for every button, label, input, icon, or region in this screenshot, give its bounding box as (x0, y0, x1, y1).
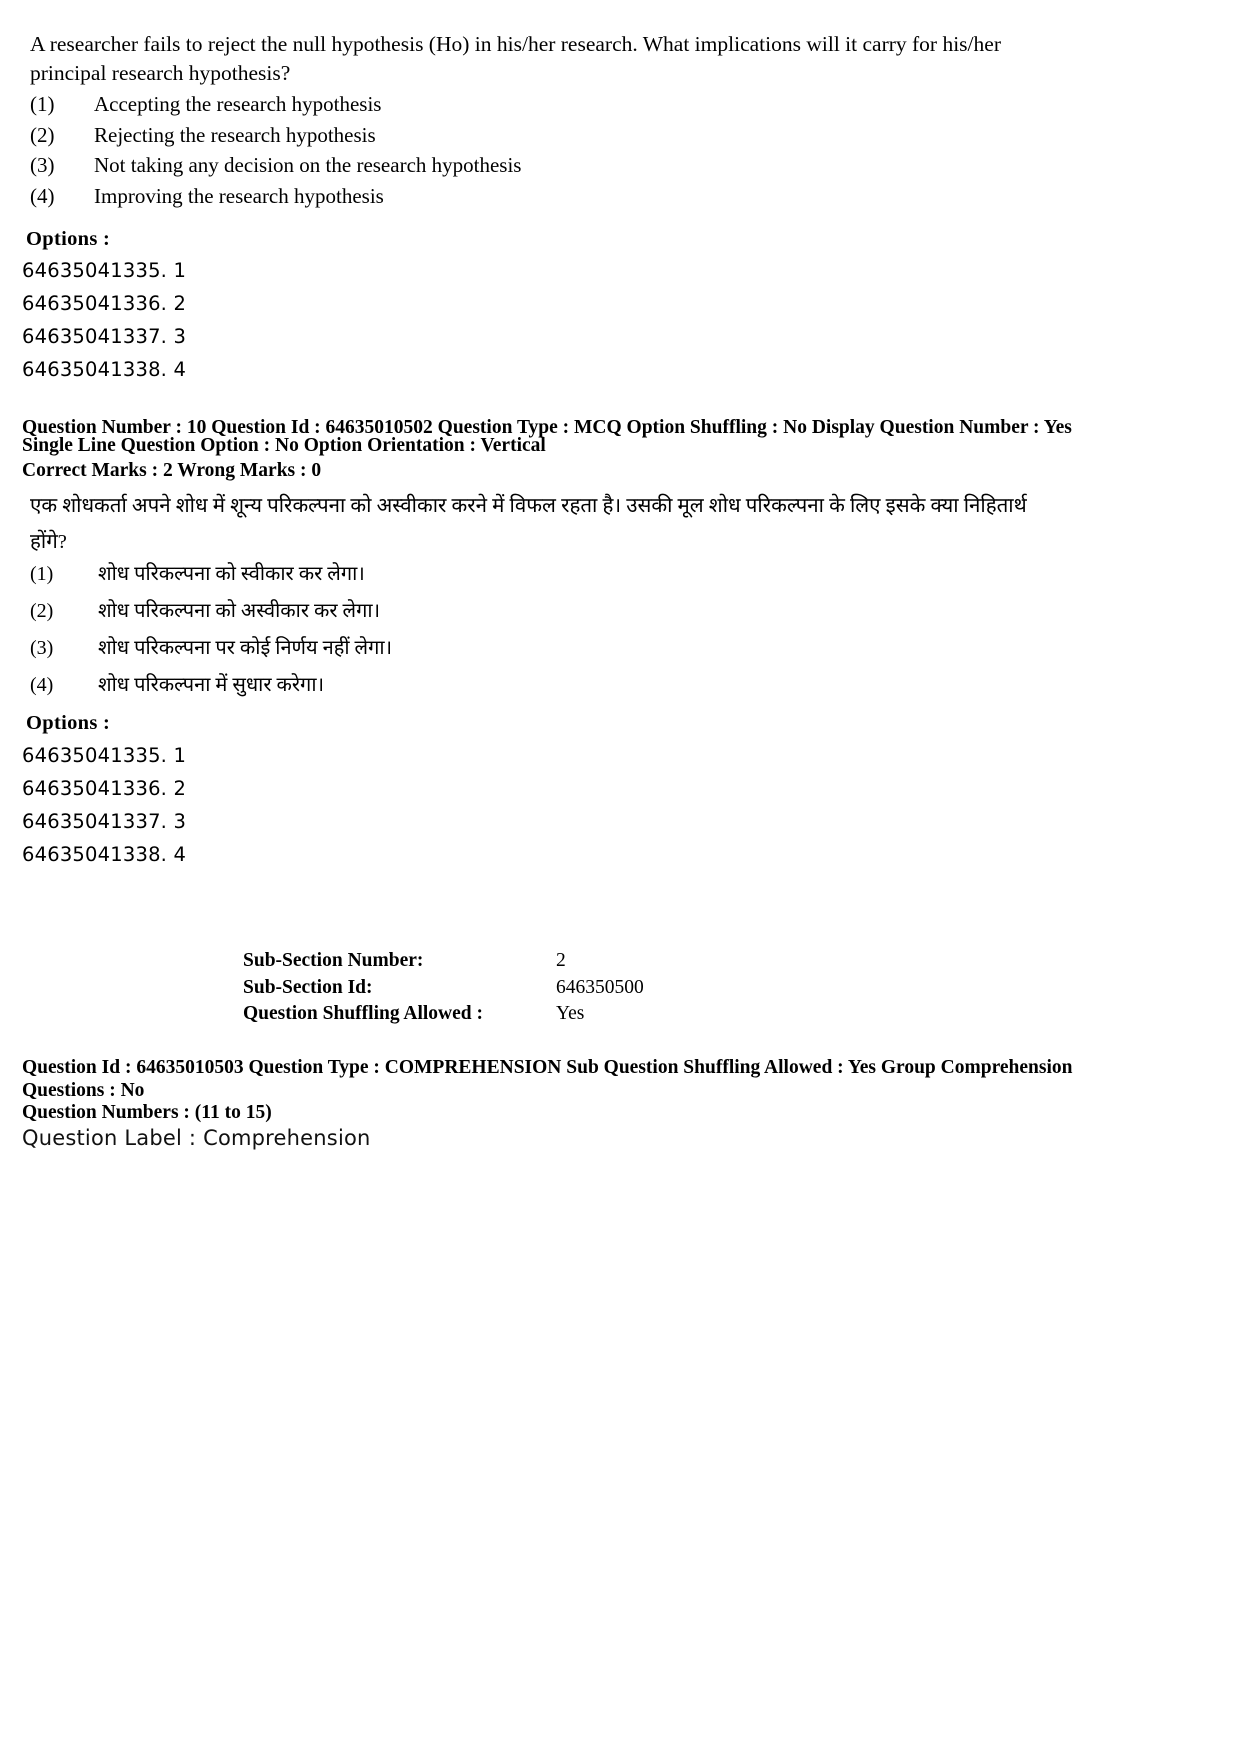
option-text: शोध परिकल्पना में सुधार करेगा। (98, 674, 325, 696)
sub-section-table: Sub-Section Number: 2 Sub-Section Id: 64… (243, 948, 644, 1028)
table-row: Sub-Section Number: 2 (243, 948, 644, 975)
option-number: (1) (30, 92, 55, 116)
question-shuffling-allowed-label: Question Shuffling Allowed : (243, 1003, 484, 1024)
option-ids-hindi: 64635041335. 1 64635041336. 2 6463504133… (22, 739, 186, 871)
sub-section-number-label: Sub-Section Number: (243, 950, 424, 971)
option-number: (1) (30, 563, 54, 585)
comprehension-question-numbers: Question Numbers : (11 to 15) (22, 1102, 272, 1123)
option-row[interactable]: (3) शोध परिकल्पना पर कोई निर्णय नहीं लेग… (30, 630, 1030, 667)
comprehension-metadata-line-2: Questions : No (22, 1080, 145, 1101)
question-shuffling-allowed-value: Yes (556, 1003, 585, 1024)
option-row[interactable]: (2) Rejecting the research hypothesis (30, 120, 1030, 151)
option-number: (2) (30, 600, 54, 622)
options-list-english: (1) Accepting the research hypothesis (2… (30, 89, 1030, 211)
options-heading-english: Options : (26, 228, 111, 250)
option-number: (4) (30, 674, 54, 696)
option-id: 64635041338. 4 (22, 843, 187, 866)
sub-section-id-label: Sub-Section Id: (243, 976, 373, 998)
option-id: 64635041336. 2 (22, 777, 187, 800)
option-text: Rejecting the research hypothesis (94, 122, 376, 147)
options-list-hindi: (1) शोध परिकल्पना को स्वीकार कर लेगा। (2… (30, 556, 1030, 704)
option-id: 64635041337. 3 (22, 810, 187, 833)
exam-question-page: A researcher fails to reject the null hy… (0, 0, 1240, 1754)
option-number: (3) (30, 637, 54, 659)
option-text: Improving the research hypothesis (94, 183, 384, 208)
question-metadata-line-3: Correct Marks : 2 Wrong Marks : 0 (22, 460, 322, 481)
option-text: Accepting the research hypothesis (94, 92, 382, 116)
question-metadata-line-2: Single Line Question Option : No Option … (22, 435, 546, 456)
question-label-comprehension: Question Label : Comprehension (22, 1126, 371, 1150)
option-id: 64635041338. 4 (22, 358, 187, 381)
option-id: 64635041335. 1 (22, 744, 187, 767)
table-row: Sub-Section Id: 646350500 (243, 975, 644, 1002)
table-row: Question Shuffling Allowed : Yes (243, 1001, 644, 1028)
option-row[interactable]: (4) Improving the research hypothesis (30, 181, 1030, 212)
option-row[interactable]: (3) Not taking any decision on the resea… (30, 150, 1030, 181)
sub-section-number-value: 2 (556, 950, 566, 971)
option-id: 64635041337. 3 (22, 325, 187, 348)
option-row[interactable]: (2) शोध परिकल्पना को अस्वीकार कर लेगा। (30, 593, 1030, 630)
option-row[interactable]: (1) शोध परिकल्पना को स्वीकार कर लेगा। (30, 556, 1030, 593)
option-text: शोध परिकल्पना को स्वीकार कर लेगा। (98, 563, 365, 585)
option-id: 64635041335. 1 (22, 259, 187, 282)
option-row[interactable]: (4) शोध परिकल्पना में सुधार करेगा। (30, 667, 1030, 704)
option-id: 64635041336. 2 (22, 292, 187, 315)
option-text: Not taking any decision on the research … (94, 153, 522, 177)
option-number: (2) (30, 122, 55, 147)
comprehension-metadata-line-1: Question Id : 64635010503 Question Type … (22, 1057, 1073, 1078)
question-stem-english: A researcher fails to reject the null hy… (30, 32, 1001, 85)
option-row[interactable]: (1) Accepting the research hypothesis (30, 89, 1030, 120)
option-ids-english: 64635041335. 1 64635041336. 2 6463504133… (22, 254, 186, 386)
question-stem-hindi: एक शोधकर्ता अपने शोध में शून्य परिकल्पना… (30, 495, 1027, 553)
option-text: शोध परिकल्पना को अस्वीकार कर लेगा। (98, 600, 381, 622)
options-heading-hindi: Options : (26, 712, 111, 734)
option-number: (3) (30, 153, 55, 177)
option-text: शोध परिकल्पना पर कोई निर्णय नहीं लेगा। (98, 637, 393, 659)
sub-section-id-value: 646350500 (556, 976, 644, 998)
option-number: (4) (30, 183, 55, 208)
